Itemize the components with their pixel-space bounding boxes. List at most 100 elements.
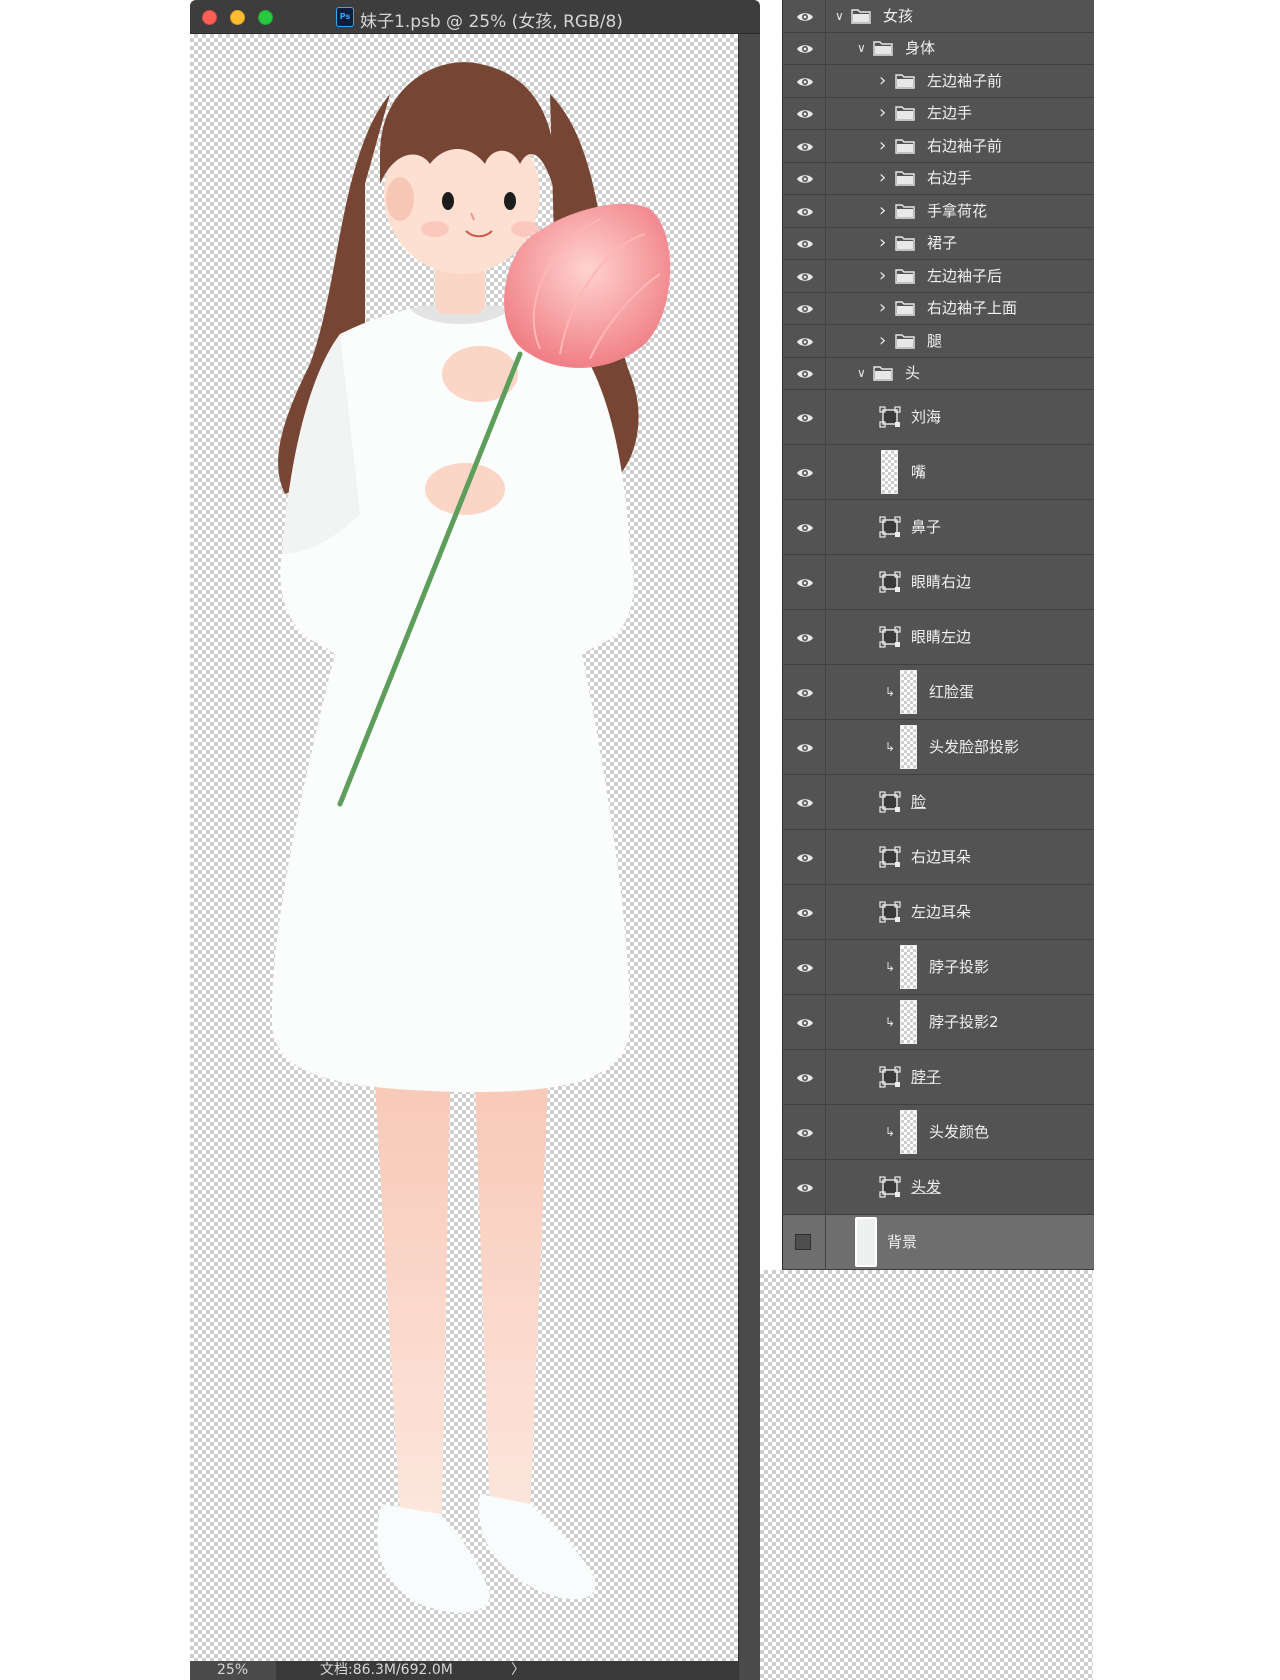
eye-right [504,192,516,210]
layer-row[interactable]: ∨ 女孩 [783,0,1094,33]
layer-row[interactable]: › 手拿荷花 [783,195,1094,228]
layer-name: 脸 [911,793,927,811]
layer-name: 左边袖子后 [927,266,1003,285]
visibility-toggle[interactable] [783,325,826,357]
visibility-toggle[interactable] [783,940,826,994]
layer-name: 身体 [905,39,936,58]
eye-icon [796,740,814,754]
visibility-toggle[interactable] [783,195,826,227]
chevron-right-icon[interactable]: › [879,71,886,90]
layer-name: 刘海 [911,408,942,426]
chevron-down-icon[interactable]: ∨ [857,364,866,382]
layer-row[interactable]: › 裙子 [783,227,1094,260]
folder-icon [895,203,915,219]
leg-left [375,1084,450,1514]
layer-row[interactable]: ↳ 脖子投影 [783,940,1094,995]
layer-row[interactable]: › 右边手 [783,162,1094,195]
visibility-toggle[interactable] [783,260,826,292]
chevron-right-icon[interactable]: › [879,331,886,350]
layer-row[interactable]: ↳ 头发颜色 [783,1105,1094,1160]
chevron-right-icon[interactable]: › [879,104,886,122]
visibility-toggle[interactable] [783,390,826,444]
eye-icon [796,520,814,534]
visibility-toggle[interactable] [783,227,826,259]
visibility-toggle[interactable] [783,885,826,939]
chevron-right-icon[interactable]: › [879,299,886,317]
eye-icon [796,301,814,315]
layer-row[interactable]: 嘴 [783,445,1094,500]
layer-row[interactable]: ↳ 红脸蛋 [783,665,1094,720]
layer-row[interactable]: 右边耳朵 [783,830,1094,885]
folder-icon [895,73,915,89]
chevron-right-icon[interactable]: › [879,266,886,285]
visibility-toggle[interactable] [783,665,826,719]
visibility-toggle[interactable] [783,610,826,664]
chevron-down-icon[interactable]: ∨ [835,7,844,25]
layer-row[interactable]: › 右边袖子前 [783,130,1094,163]
visibility-toggle[interactable] [783,97,826,129]
chevron-right-icon[interactable]: › [879,201,886,220]
visibility-toggle[interactable] [783,1160,826,1214]
chevron-down-icon[interactable]: ∨ [857,39,866,57]
layer-name: 右边手 [927,169,973,188]
layer-row[interactable]: 背景 [783,1215,1094,1270]
document-title-bar[interactable]: Ps 妹子1.psb @ 25% (女孩, RGB/8) [190,0,760,34]
clipping-arrow-icon: ↳ [885,740,896,754]
document-title: 妹子1.psb @ 25% (女孩, RGB/8) [360,12,623,32]
eye-icon [796,465,814,479]
layer-row[interactable]: 眼睛右边 [783,555,1094,610]
layer-row[interactable]: › 右边袖子上面 [783,292,1094,325]
layer-row[interactable]: › 左边手 [783,97,1094,130]
chevron-right-icon[interactable]: › [879,136,886,155]
layer-row[interactable]: ∨ 身体 [783,32,1094,65]
visibility-toggle[interactable] [783,995,826,1049]
clipping-arrow-icon: ↳ [885,685,896,699]
visibility-toggle[interactable] [783,65,826,97]
visibility-toggle[interactable] [783,1105,826,1159]
close-button[interactable] [202,10,217,25]
visibility-toggle[interactable] [783,162,826,194]
canvas[interactable] [190,34,738,1661]
chevron-right-icon[interactable]: › [879,234,886,252]
visibility-toggle[interactable] [783,357,826,389]
visibility-toggle[interactable] [783,830,826,884]
layer-name: 红脸蛋 [929,683,975,701]
layer-row[interactable]: 头发 [783,1160,1094,1215]
layer-row[interactable]: › 左边袖子后 [783,260,1094,293]
minimize-button[interactable] [230,10,245,25]
visibility-toggle[interactable] [783,1215,826,1269]
maximize-button[interactable] [258,10,273,25]
visibility-toggle[interactable] [783,1050,826,1104]
status-menu-arrow[interactable]: 〉 [511,1661,525,1680]
eye-icon [796,139,814,153]
zoom-field[interactable]: 25% [190,1661,276,1680]
layer-row[interactable]: 脸 [783,775,1094,830]
layer-row[interactable]: ↳ 脖子投影2 [783,995,1094,1050]
chevron-right-icon[interactable]: › [879,169,886,187]
visibility-toggle[interactable] [783,130,826,162]
layer-name: 右边袖子前 [927,136,1003,155]
folder-icon [873,365,893,381]
layer-row[interactable]: 左边耳朵 [783,885,1094,940]
layer-row[interactable]: 眼睛左边 [783,610,1094,665]
layer-row[interactable]: 鼻子 [783,500,1094,555]
layer-row[interactable]: › 腿 [783,325,1094,358]
layer-row[interactable]: ∨ 头 [783,357,1094,390]
visibility-toggle[interactable] [783,555,826,609]
canvas-scrollbar[interactable] [738,34,760,1680]
visibility-toggle[interactable] [783,500,826,554]
visibility-toggle[interactable] [783,32,826,64]
visibility-toggle[interactable] [783,292,826,324]
visibility-toggle[interactable] [783,775,826,829]
layer-row[interactable]: 脖子 [783,1050,1094,1105]
layer-name: 头 [905,364,921,383]
visibility-toggle[interactable] [783,445,826,499]
layer-row[interactable]: 刘海 [783,390,1094,445]
smart-object-icon [879,901,901,923]
background-thumbnail [855,1217,877,1267]
visibility-toggle[interactable] [783,720,826,774]
layer-row[interactable]: › 左边袖子前 [783,65,1094,98]
visibility-toggle[interactable] [783,0,826,32]
layer-row[interactable]: ↳ 头发脸部投影 [783,720,1094,775]
layer-name: 脖子 [911,1068,942,1086]
